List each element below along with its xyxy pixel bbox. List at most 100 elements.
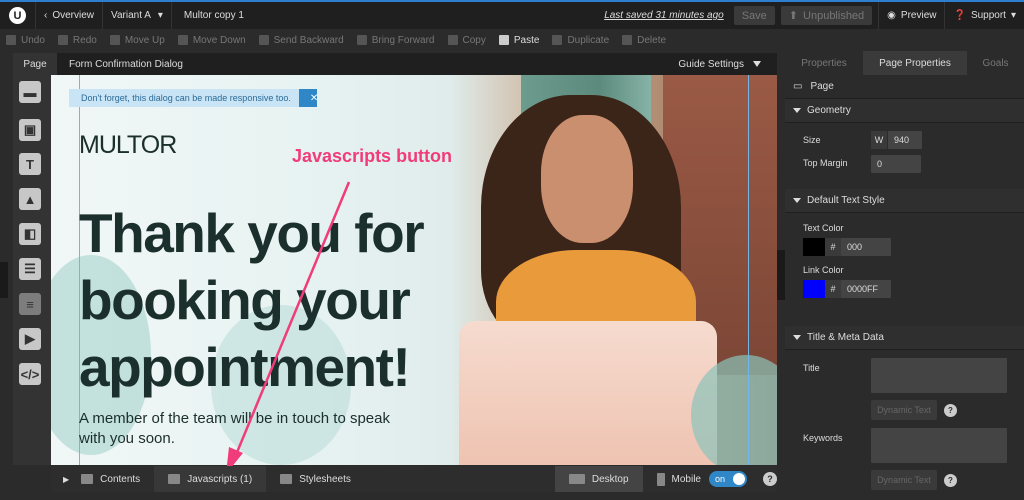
copy-button[interactable]: Copy <box>447 35 486 46</box>
unbounce-logo-icon: U <box>9 7 26 24</box>
overview-link[interactable]: ‹ Overview <box>36 2 104 29</box>
unpublished-button[interactable]: ⬆ Unpublished <box>780 6 873 25</box>
variant-dropdown[interactable]: Variant A ▾ <box>103 2 172 29</box>
link-color-input[interactable]: 0000FF <box>841 280 891 298</box>
title-label: Title <box>803 363 820 373</box>
desktop-view-button[interactable]: Desktop <box>554 466 643 492</box>
chevron-down-icon <box>793 335 801 340</box>
photo-person-face <box>541 115 633 243</box>
geometry-section-header[interactable]: Geometry <box>785 99 1024 123</box>
button-widget-icon[interactable]: ◧ <box>19 223 41 245</box>
title-textarea[interactable] <box>871 358 1007 393</box>
keywords-dynamic-text-button[interactable]: Dynamic Text <box>871 470 937 490</box>
mobile-icon <box>656 472 665 486</box>
box-widget-icon[interactable]: ▣ <box>19 119 41 141</box>
guide-settings-dropdown[interactable]: Guide Settings <box>678 59 777 70</box>
code-widget-icon[interactable]: </> <box>19 363 41 385</box>
form-widget-icon[interactable]: ☰ <box>19 258 41 280</box>
bring-forward-label: Bring Forward <box>371 34 435 46</box>
contents-button[interactable]: ▶ Contents <box>51 466 154 492</box>
move-up-icon <box>109 35 120 45</box>
undo-button[interactable]: Undo <box>6 35 45 46</box>
brand-logo[interactable]: MULTOR <box>79 131 177 160</box>
js-file-icon <box>168 474 181 484</box>
move-down-icon <box>177 35 188 45</box>
preview-button[interactable]: ◉ Preview <box>878 2 946 29</box>
geometry-section: Size W 940 Top Margin 0 <box>785 123 1024 189</box>
panel-tabs: Properties Page Properties Goals <box>785 51 1024 75</box>
mobile-view-button[interactable]: Mobile on <box>643 466 751 492</box>
chevron-down-icon <box>793 108 801 113</box>
text-widget-icon[interactable]: T <box>19 153 41 175</box>
send-backward-button[interactable]: Send Backward <box>258 35 344 46</box>
mobile-toggle[interactable]: on <box>709 471 747 487</box>
javascripts-label: Javascripts (1) <box>187 473 253 485</box>
duplicate-button[interactable]: Duplicate <box>552 35 609 46</box>
right-collapse-handle[interactable] <box>777 250 785 300</box>
desktop-icon <box>568 474 585 484</box>
paste-button[interactable]: Paste <box>498 35 539 46</box>
link-color-swatch[interactable] <box>803 280 825 298</box>
tab-page-properties[interactable]: Page Properties <box>863 51 967 75</box>
save-button[interactable]: Save <box>733 6 775 25</box>
video-widget-icon[interactable]: ▶ <box>19 328 41 350</box>
last-saved-link[interactable]: Last saved 31 minutes ago <box>594 10 734 21</box>
redo-label: Redo <box>72 34 97 46</box>
move-down-label: Move Down <box>192 34 246 46</box>
close-tip-button[interactable]: ✕ <box>299 89 319 107</box>
widget-rail: ▬ ▣ T ▲ ◧ ☰ ≡ ▶ </> <box>13 75 51 465</box>
move-up-button[interactable]: Move Up <box>109 34 165 46</box>
keywords-textarea[interactable] <box>871 428 1007 463</box>
support-button[interactable]: ❓ Support ▾ <box>945 2 1024 29</box>
copy-icon <box>447 35 458 45</box>
text-style-section-header[interactable]: Default Text Style <box>785 189 1024 213</box>
tab-page[interactable]: Page <box>13 53 57 75</box>
hash-prefix: # <box>825 280 841 298</box>
stylesheets-button[interactable]: Stylesheets <box>266 466 365 492</box>
section-widget-icon[interactable]: ▬ <box>19 81 41 103</box>
list-widget-icon[interactable]: ≡ <box>19 293 41 315</box>
subtext[interactable]: A member of the team will be in touch to… <box>79 409 409 449</box>
preview-label: Preview <box>900 10 937 21</box>
text-color-label: Text Color <box>803 223 844 233</box>
tab-goals[interactable]: Goals <box>967 51 1024 75</box>
help-icon[interactable]: ? <box>763 472 777 486</box>
page-name[interactable]: Multor copy 1 <box>172 2 252 29</box>
bottom-bar: ▶ Contents Javascripts (1) Stylesheets De… <box>51 466 777 492</box>
mobile-label: Mobile <box>671 473 701 485</box>
bring-forward-button[interactable]: Bring Forward <box>356 34 435 46</box>
close-icon: ✕ <box>309 92 319 104</box>
trash-icon <box>622 35 633 45</box>
app-logo[interactable]: U <box>0 2 36 29</box>
help-circle-icon: ❓ <box>953 10 966 21</box>
text-color-swatch[interactable] <box>803 238 825 256</box>
guide-settings-label: Guide Settings <box>678 58 744 70</box>
geometry-label: Geometry <box>807 105 851 116</box>
title-meta-section-header[interactable]: Title & Meta Data <box>785 326 1024 350</box>
support-label: Support <box>970 10 1006 21</box>
chevron-down-icon <box>793 198 801 203</box>
left-collapse-handle[interactable] <box>0 262 8 298</box>
javascripts-button[interactable]: Javascripts (1) <box>154 466 267 492</box>
help-icon[interactable]: ? <box>944 404 957 417</box>
delete-button[interactable]: Delete <box>622 35 666 46</box>
width-input[interactable]: 940 <box>888 131 922 149</box>
top-margin-input[interactable]: 0 <box>871 155 921 173</box>
image-widget-icon[interactable]: ▲ <box>19 188 41 210</box>
text-style-section: Text Color # 000 Link Color # 0000FF <box>785 213 1024 326</box>
redo-button[interactable]: Redo <box>57 34 97 46</box>
headline-text[interactable]: Thank you for booking your appointment! <box>79 200 449 401</box>
monitor-icon: ▭ <box>793 81 803 92</box>
tip-text: Don't forget, this dialog can be made re… <box>81 93 291 103</box>
help-icon[interactable]: ? <box>944 474 957 487</box>
page-canvas[interactable]: Don't forget, this dialog can be made re… <box>51 75 777 465</box>
top-margin-label: Top Margin <box>803 158 848 168</box>
tab-properties[interactable]: Properties <box>785 51 863 75</box>
undo-label: Undo <box>21 34 45 46</box>
text-color-input[interactable]: 000 <box>841 238 891 256</box>
title-dynamic-text-button[interactable]: Dynamic Text <box>871 400 937 420</box>
photo-laptop <box>459 321 717 465</box>
link-color-label: Link Color <box>803 265 844 275</box>
move-up-label: Move Up <box>124 34 165 46</box>
move-down-button[interactable]: Move Down <box>177 34 246 46</box>
